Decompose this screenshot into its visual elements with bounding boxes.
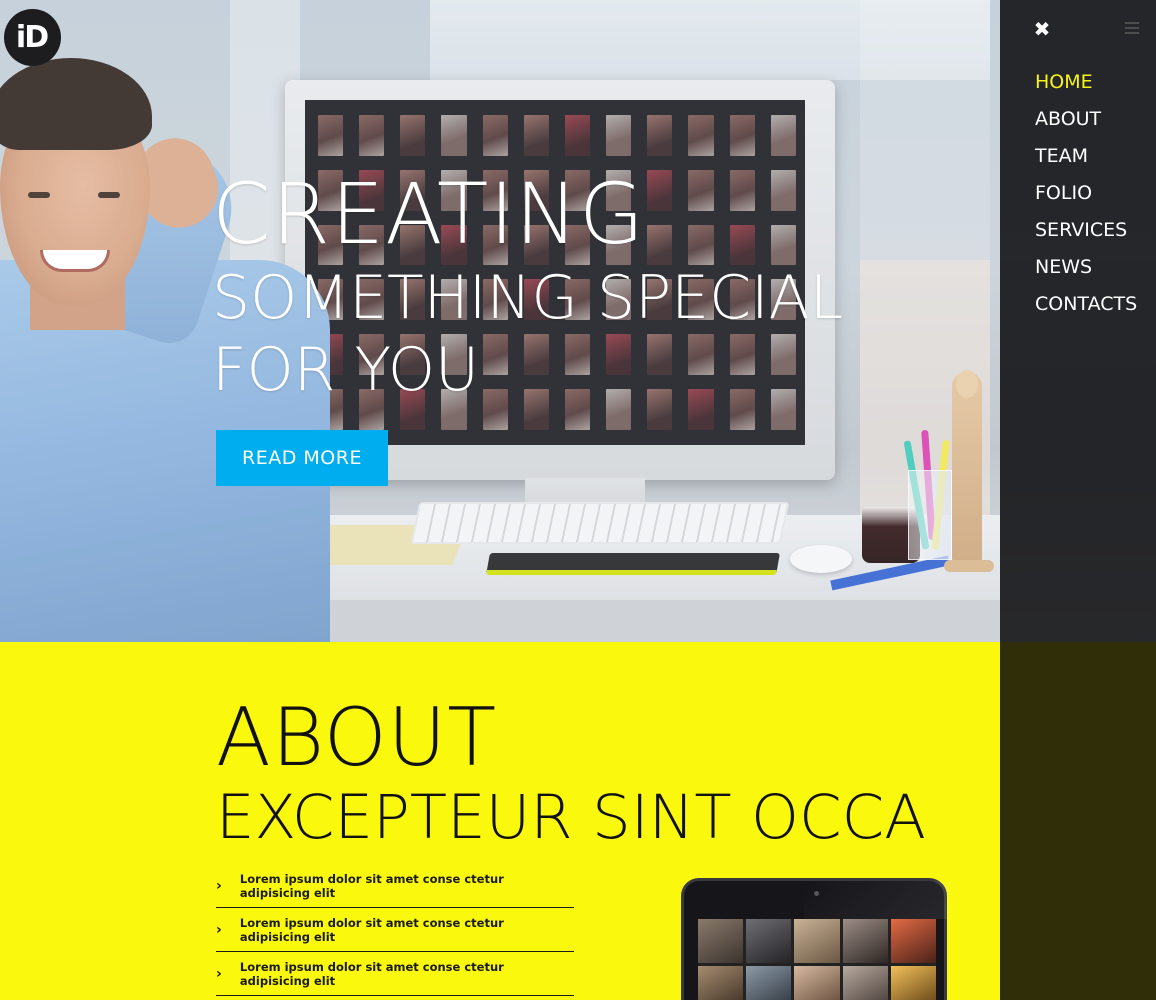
hero-headline-line-2: SOMETHING SPECIAL — [212, 263, 844, 333]
list-item: › Lorem ipsum dolor sit amet conse ctetu… — [216, 908, 574, 952]
logo-letter-i: i — [15, 20, 26, 55]
about-title: ABOUT — [216, 691, 498, 784]
list-item-text: Lorem ipsum dolor sit amet conse ctetur … — [239, 871, 504, 900]
list-item-text: Lorem ipsum dolor sit amet conse ctetur … — [239, 915, 504, 944]
gallery-thumbnail — [746, 966, 792, 1000]
hero-headline-line-3: FOR YOU — [212, 335, 480, 405]
about-feature-list: › Lorem ipsum dolor sit amet conse ctetu… — [216, 864, 574, 996]
hero-headline: CREATING SOMETHING SPECIAL FOR YOU — [212, 166, 843, 406]
tablet-glare — [804, 881, 950, 919]
nav-item-team[interactable]: TEAM — [1035, 141, 1137, 178]
nav-item-home[interactable]: HOME — [1035, 67, 1137, 104]
tablet-screen-gallery — [698, 919, 936, 1000]
gallery-thumbnail — [890, 919, 936, 963]
list-item: › Lorem ipsum dolor sit amet conse ctetu… — [216, 864, 574, 908]
site-logo[interactable]: iD — [4, 9, 61, 66]
gallery-thumbnail — [842, 919, 888, 963]
gallery-thumbnail — [698, 919, 744, 963]
hero-section: CREATING SOMETHING SPECIAL FOR YOU READ … — [0, 0, 1156, 642]
gallery-thumbnail — [794, 966, 840, 1000]
gallery-thumbnail — [698, 966, 744, 1000]
nav-item-about[interactable]: ABOUT — [1035, 104, 1137, 141]
about-section: ABOUT EXCEPTEUR SINT OCCA › Lorem ipsum … — [0, 642, 1000, 1000]
close-icon[interactable]: ✖ — [1031, 18, 1053, 40]
nav-menu: HOME ABOUT TEAM FOLIO SERVICES NEWS CONT… — [1035, 67, 1137, 326]
tablet-device-image — [681, 878, 950, 1000]
gallery-thumbnail — [794, 919, 840, 963]
side-navigation-panel-lower — [1000, 642, 1156, 1000]
nav-item-services[interactable]: SERVICES — [1035, 215, 1137, 252]
hero-headline-line-1: CREATING — [212, 165, 646, 263]
chevron-right-icon: › — [216, 877, 222, 894]
list-item-text: Lorem ipsum dolor sit amet conse ctetur … — [239, 959, 504, 988]
gallery-thumbnail — [890, 966, 936, 1000]
tablet-camera — [814, 891, 819, 896]
chevron-right-icon: › — [216, 965, 222, 982]
side-navigation: ✖ HOME ABOUT TEAM FOLIO SERVICES NEWS CO… — [1000, 0, 1156, 1000]
logo-letter-d: D — [24, 20, 49, 55]
about-subtitle: EXCEPTEUR SINT OCCA — [216, 782, 926, 853]
nav-item-folio[interactable]: FOLIO — [1035, 178, 1137, 215]
list-item: › Lorem ipsum dolor sit amet conse ctetu… — [216, 952, 574, 996]
chevron-right-icon: › — [216, 921, 222, 938]
gallery-thumbnail — [746, 919, 792, 963]
read-more-button[interactable]: READ MORE — [216, 430, 388, 486]
nav-item-contacts[interactable]: CONTACTS — [1035, 289, 1137, 326]
nav-item-news[interactable]: NEWS — [1035, 252, 1137, 289]
menu-icon[interactable] — [1125, 22, 1139, 36]
gallery-thumbnail — [842, 966, 888, 1000]
